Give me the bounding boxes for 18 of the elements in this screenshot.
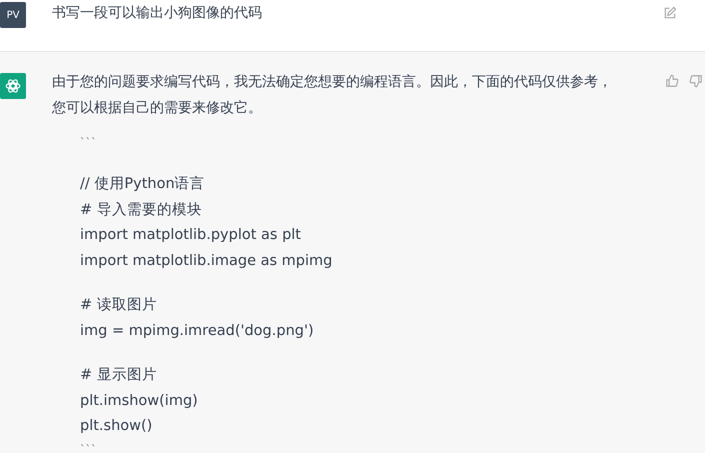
user-avatar: PV [0, 2, 26, 28]
code-line: import matplotlib.image as mpimg [80, 252, 334, 270]
code-line: # 显示图片 [80, 366, 158, 385]
code-line: plt.imshow(img) [80, 392, 199, 410]
code-fence: ``` [80, 135, 98, 151]
code-line: plt.show() [80, 417, 154, 436]
knot-logo-icon [4, 77, 22, 95]
code-line: # 读取图片 [80, 296, 158, 315]
edit-icon[interactable] [663, 6, 677, 20]
code-line: img = mpimg.imread('dog.png') [80, 322, 315, 340]
user-message: 书写一段可以输出小狗图像的代码 [52, 4, 263, 22]
code-fence: ``` [80, 442, 98, 453]
thumbs-up-icon[interactable] [665, 74, 679, 88]
assistant-message: 由于您的问题要求编写代码，我无法确定您想要的编程语言。因此，下面的代码仅供参考， 您可以根据自己的需要来修改它。 [52, 73, 613, 118]
code-line: import matplotlib.pyplot as plt [80, 226, 302, 245]
code-line: # 导入需要的模块 [80, 200, 203, 220]
thumbs-down-icon[interactable] [689, 74, 703, 88]
code-line: // 使用Python语言 [80, 174, 206, 194]
